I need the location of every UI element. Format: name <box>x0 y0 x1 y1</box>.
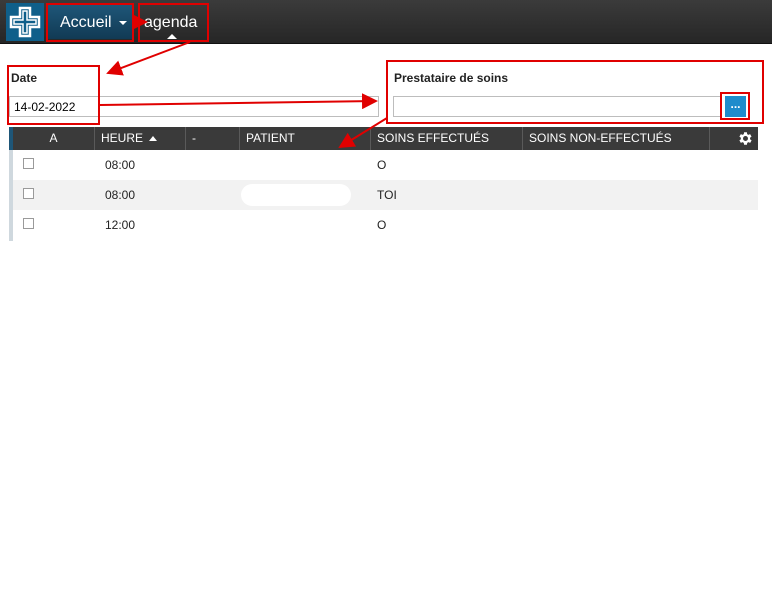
active-tab-indicator-icon <box>167 34 177 39</box>
col-header-soins-effectues[interactable]: SOINS EFFECTUÉS <box>371 127 523 150</box>
agenda-table: A HEURE - PATIENT SOINS EFFECTUÉS SOINS … <box>9 127 758 241</box>
col-header-heure[interactable]: HEURE <box>95 127 186 150</box>
row-checkbox[interactable] <box>23 188 34 199</box>
medical-cross-logo-icon[interactable] <box>6 3 44 41</box>
col-header-a[interactable]: A <box>13 127 95 150</box>
col-header-patient[interactable]: PATIENT <box>240 127 371 150</box>
provider-input[interactable] <box>393 96 721 117</box>
cell-soins-effectues: O <box>377 158 387 172</box>
table-header: A HEURE - PATIENT SOINS EFFECTUÉS SOINS … <box>13 127 758 150</box>
cell-heure: 08:00 <box>105 158 136 172</box>
browse-provider-button[interactable]: ... <box>725 96 746 117</box>
cell-soins-effectues: TOI <box>377 188 397 202</box>
cell-heure: 08:00 <box>105 188 136 202</box>
table-row[interactable]: 08:00 O <box>13 150 758 180</box>
arrow-agenda-to-date <box>106 41 191 76</box>
top-nav-bar: Accueil agenda <box>0 0 772 44</box>
redacted-patient-name <box>241 184 351 206</box>
annotation-arrows <box>99 14 388 149</box>
cell-heure: 12:00 <box>105 218 136 232</box>
nav-accueil-menu[interactable]: Accueil <box>48 5 132 39</box>
nav-agenda-label: agenda <box>144 14 198 31</box>
nav-accueil-label: Accueil <box>60 14 112 31</box>
date-input[interactable] <box>9 96 379 117</box>
provider-label: Prestataire de soins <box>394 71 509 85</box>
table-row[interactable]: 08:00 TOI <box>13 180 758 210</box>
nav-agenda-tab[interactable]: agenda <box>138 5 208 39</box>
chevron-down-icon <box>119 21 127 25</box>
table-row[interactable]: 12:00 O <box>13 210 758 240</box>
date-label: Date <box>11 71 38 85</box>
gear-icon[interactable] <box>737 130 754 150</box>
col-header-soins-non-effectues[interactable]: SOINS NON-EFFECTUÉS <box>523 127 710 150</box>
row-checkbox[interactable] <box>23 218 34 229</box>
row-checkbox[interactable] <box>23 158 34 169</box>
cell-soins-effectues: O <box>377 218 387 232</box>
sort-ascending-icon <box>149 136 158 141</box>
col-header-dash[interactable]: - <box>186 127 240 150</box>
